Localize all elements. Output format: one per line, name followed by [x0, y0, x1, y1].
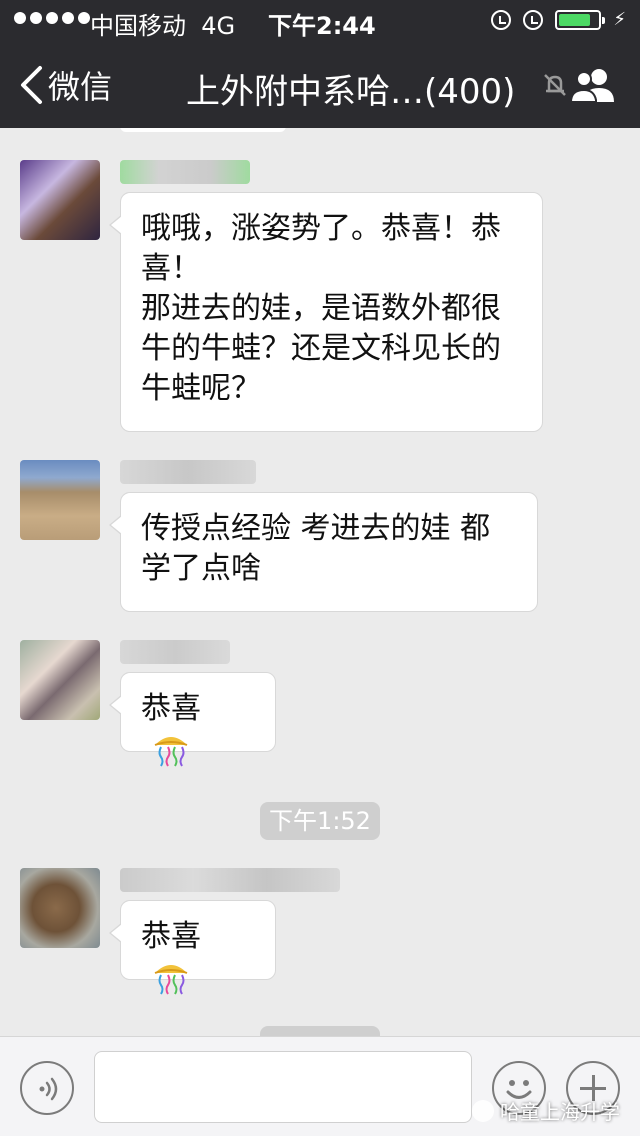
previous-message-bubble: [120, 128, 286, 132]
alarm-icon: [523, 9, 544, 30]
sender-name-blurred: [120, 160, 250, 184]
message-line: 那进去的娃，是语数外都很: [141, 291, 501, 326]
voice-icon: [39, 1077, 58, 1101]
message-line: 牛的牛蛙？还是文科见长的: [141, 331, 501, 366]
rotation-lock-icon: [491, 9, 512, 30]
watermark-text: 哈童上海升学: [500, 1100, 620, 1124]
group-members-icon[interactable]: [568, 66, 618, 104]
carrier-network: 中国移动 4G: [90, 6, 235, 41]
back-label: 微信: [48, 68, 113, 106]
signal-strength-icon: [14, 12, 90, 24]
time-divider: 下午1:52: [260, 802, 380, 840]
message-bubble[interactable]: 哦哦，涨姿势了。恭喜！恭 喜！ 那进去的娃，是语数外都很 牛的牛蛙？还是文科见长…: [109, 192, 543, 432]
sender-name-blurred: [120, 460, 256, 484]
message-line: 哦哦，涨姿势了。恭喜！恭: [141, 211, 501, 246]
battery-icon: [555, 9, 606, 30]
sender-name-blurred: [120, 640, 230, 664]
message-text: 恭喜: [141, 691, 201, 726]
message-input[interactable]: [94, 1051, 472, 1123]
bell-muted-icon: [544, 74, 566, 96]
avatar[interactable]: [20, 460, 100, 540]
party-popper-emoji: [154, 736, 188, 767]
carrier-name: 中国移动: [90, 12, 186, 40]
message-line: 喜！: [141, 251, 201, 286]
message-line: 传授点经验 考进去的娃 都: [141, 511, 491, 546]
top-header: 中国移动 4G 下午2:44 ⚡ 微信 上外附中系哈…(400): [0, 0, 640, 128]
status-time: 下午2:44: [268, 12, 376, 40]
message-bubble[interactable]: 传授点经验 考进去的娃 都 学了点啥: [109, 492, 538, 612]
chevron-left-icon: [21, 66, 42, 104]
time-divider-partial: [260, 1026, 380, 1036]
status-icons: ⚡: [491, 9, 626, 30]
avatar[interactable]: [20, 640, 100, 720]
charging-icon: ⚡: [613, 9, 626, 30]
nav-bar: 微信 上外附中系哈…(400): [0, 40, 640, 128]
wechat-official-account-icon: [472, 1099, 494, 1122]
message-line: 学了点啥: [141, 551, 261, 586]
avatar[interactable]: [20, 160, 100, 240]
chat-title: 上外附中系哈…(400): [186, 72, 516, 112]
sender-name-blurred: [120, 868, 340, 892]
message-text: 恭喜: [141, 919, 201, 954]
back-button[interactable]: 微信: [18, 62, 112, 108]
message-line: 牛蛙呢？: [141, 371, 261, 406]
message-bubble[interactable]: 恭喜: [109, 900, 276, 995]
message-bubble[interactable]: 恭喜: [109, 672, 276, 767]
status-bar: 中国移动 4G 下午2:44 ⚡: [0, 0, 640, 40]
watermark: 哈童上海升学: [472, 1096, 620, 1125]
party-popper-emoji: [154, 964, 188, 995]
avatar[interactable]: [20, 868, 100, 948]
network-type: 4G: [201, 12, 236, 40]
voice-button[interactable]: [20, 1061, 74, 1115]
chat-area[interactable]: 哦哦，涨姿势了。恭喜！恭 喜！ 那进去的娃，是语数外都很 牛的牛蛙？还是文科见长…: [0, 128, 640, 1036]
